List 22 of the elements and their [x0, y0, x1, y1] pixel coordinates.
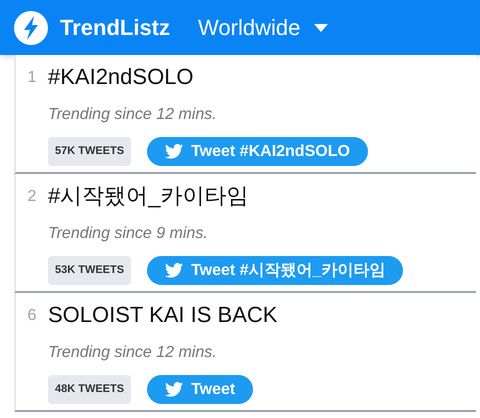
- trend-name: #시작됐어_카이타임: [48, 182, 250, 210]
- trending-since-text: Trending since 12 mins.: [48, 343, 218, 363]
- bird-icon: [165, 144, 184, 159]
- app-name: TrendListz: [60, 14, 170, 42]
- trend-name: #KAI2ndSOLO: [48, 63, 195, 91]
- tweet-count-badge: 53K TWEETS: [48, 256, 132, 285]
- rank-number: 6: [28, 306, 36, 326]
- lightning-bolt-icon: [14, 10, 48, 44]
- tweet-count-badge: 48K TWEETS: [48, 375, 132, 404]
- tweet-button[interactable]: Tweet #KAI2ndSOLO: [147, 137, 368, 166]
- region-dropdown[interactable]: Worldwide: [198, 11, 328, 44]
- rank-number: 2: [28, 187, 36, 207]
- trending-since-text: Trending since 12 mins.: [48, 105, 218, 125]
- caret-icon: [314, 24, 328, 32]
- trending-since-text: Trending since 9 mins.: [48, 224, 209, 244]
- tweet-button[interactable]: Tweet #시작됐어_카이타임: [147, 256, 404, 285]
- bird-icon: [165, 382, 184, 397]
- rank-number: 1: [28, 68, 36, 88]
- bird-icon: [165, 263, 184, 278]
- tweet-count-badge: 57K TWEETS: [48, 137, 132, 166]
- trend-name: SOLOIST KAI IS BACK: [48, 301, 278, 329]
- tweet-button[interactable]: Tweet: [147, 375, 254, 404]
